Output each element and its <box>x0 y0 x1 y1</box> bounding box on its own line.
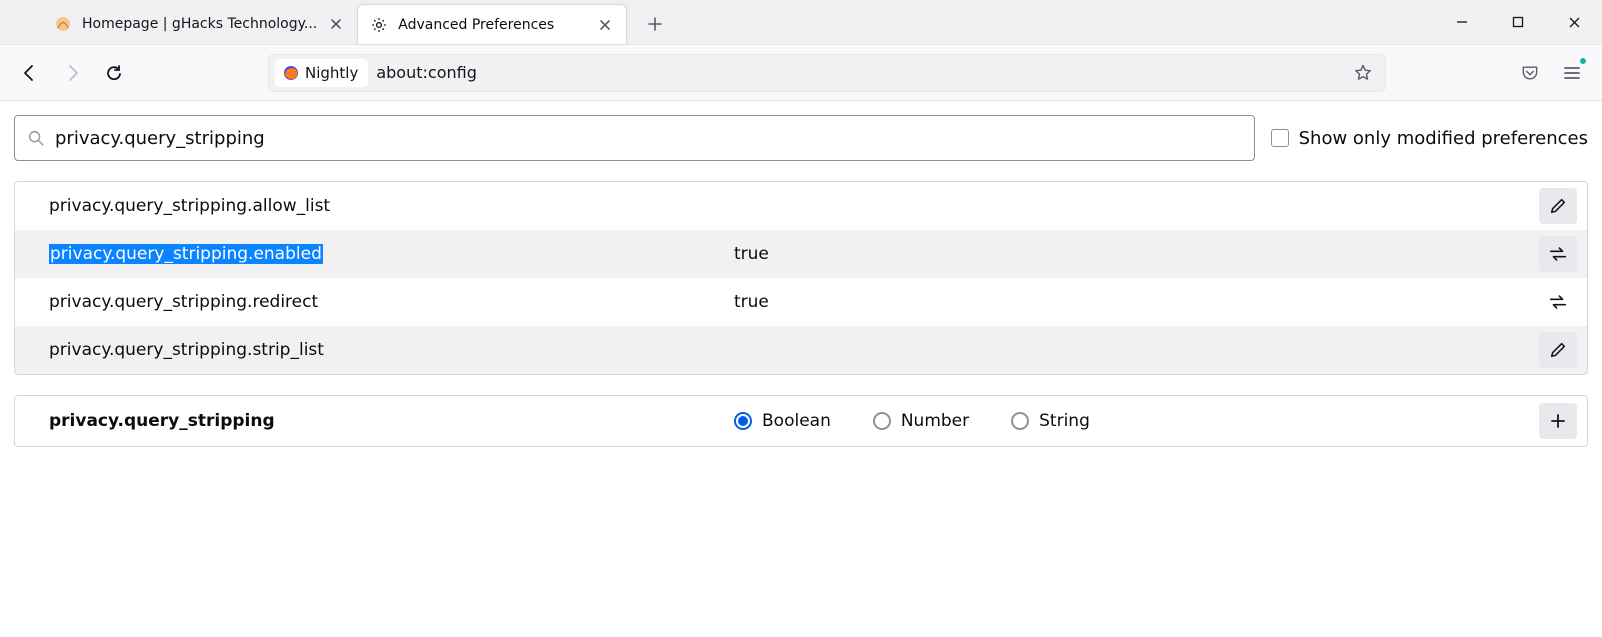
ghacks-favicon <box>54 15 72 33</box>
url-text[interactable]: about:config <box>376 63 1339 82</box>
checkbox-icon[interactable] <box>1271 129 1289 147</box>
tab-strip: Homepage | gHacks Technology... Advanced… <box>42 0 673 44</box>
toggle-button[interactable] <box>1539 284 1577 320</box>
add-button[interactable] <box>1539 403 1577 439</box>
add-pref-row: privacy.query_stripping Boolean Number Str… <box>14 395 1588 447</box>
right-toolbar <box>1512 55 1590 91</box>
pencil-icon <box>1549 341 1567 359</box>
pref-name: privacy.query_stripping.enabled <box>49 244 734 264</box>
search-icon <box>27 129 45 147</box>
tab-label: Advanced Preferences <box>398 17 586 33</box>
show-modified-checkbox[interactable]: Show only modified preferences <box>1271 128 1588 149</box>
pref-search-input[interactable] <box>55 128 1242 149</box>
titlebar: Homepage | gHacks Technology... Advanced… <box>0 0 1602 45</box>
pref-row[interactable]: privacy.query_stripping.allow_list <box>15 182 1587 230</box>
tab-advanced-preferences[interactable]: Advanced Preferences <box>357 4 627 44</box>
gear-icon <box>370 16 388 34</box>
type-option-string[interactable]: String <box>1011 411 1090 431</box>
swap-icon <box>1548 245 1568 263</box>
pocket-button[interactable] <box>1512 55 1548 91</box>
nav-toolbar: Nightly about:config <box>0 45 1602 101</box>
radio-icon[interactable] <box>1011 412 1029 430</box>
notification-dot-icon <box>1580 58 1586 64</box>
tab-label: Homepage | gHacks Technology... <box>82 16 317 32</box>
pref-value: true <box>734 244 1539 264</box>
show-modified-label: Show only modified preferences <box>1299 128 1588 149</box>
reload-button[interactable] <box>96 55 132 91</box>
new-tab-button[interactable] <box>637 6 673 42</box>
close-icon[interactable] <box>327 15 345 33</box>
type-option-boolean[interactable]: Boolean <box>734 411 831 431</box>
search-row: Show only modified preferences <box>14 115 1588 161</box>
edit-button[interactable] <box>1539 332 1577 368</box>
pref-row[interactable]: privacy.query_stripping.enabledtrue <box>15 230 1587 278</box>
app-menu-button[interactable] <box>1554 55 1590 91</box>
pref-row[interactable]: privacy.query_stripping.redirecttrue <box>15 278 1587 326</box>
type-option-label: Number <box>901 411 969 431</box>
identity-chip[interactable]: Nightly <box>275 59 368 87</box>
back-button[interactable] <box>12 55 48 91</box>
type-option-label: Boolean <box>762 411 831 431</box>
bookmark-star-button[interactable] <box>1347 57 1379 89</box>
pref-table: privacy.query_stripping.allow_listprivac… <box>14 181 1588 375</box>
pref-row[interactable]: privacy.query_stripping.strip_list <box>15 326 1587 374</box>
url-bar[interactable]: Nightly about:config <box>268 54 1386 92</box>
identity-label: Nightly <box>305 64 358 82</box>
radio-icon[interactable] <box>734 412 752 430</box>
window-controls <box>1434 0 1602 44</box>
window-minimize-button[interactable] <box>1434 0 1490 44</box>
type-option-number[interactable]: Number <box>873 411 969 431</box>
add-pref-name: privacy.query_stripping <box>49 411 734 431</box>
type-options: Boolean Number String <box>734 411 1539 431</box>
type-option-label: String <box>1039 411 1090 431</box>
pref-name: privacy.query_stripping.allow_list <box>49 196 734 216</box>
tab-ghacks[interactable]: Homepage | gHacks Technology... <box>42 4 357 44</box>
pref-name: privacy.query_stripping.redirect <box>49 292 734 312</box>
swap-icon <box>1548 293 1568 311</box>
firefox-icon <box>283 65 299 81</box>
radio-icon[interactable] <box>873 412 891 430</box>
pref-value: true <box>734 292 1539 312</box>
toggle-button[interactable] <box>1539 236 1577 272</box>
window-close-button[interactable] <box>1546 0 1602 44</box>
about-config-page: Show only modified preferences privacy.q… <box>0 101 1602 461</box>
window-maximize-button[interactable] <box>1490 0 1546 44</box>
edit-button[interactable] <box>1539 188 1577 224</box>
pref-search-box[interactable] <box>14 115 1255 161</box>
forward-button[interactable] <box>54 55 90 91</box>
close-icon[interactable] <box>596 16 614 34</box>
pref-name: privacy.query_stripping.strip_list <box>49 340 734 360</box>
pencil-icon <box>1549 197 1567 215</box>
